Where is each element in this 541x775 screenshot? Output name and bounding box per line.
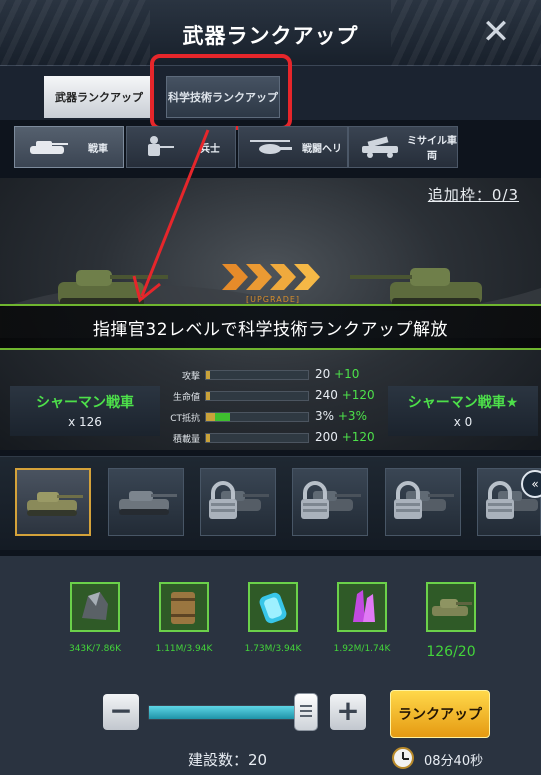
lock-icon — [209, 481, 237, 519]
build-count-label: 建設数：20 — [188, 751, 268, 769]
clock-icon — [392, 747, 414, 769]
material-amount: 1.11M/3.94K — [155, 644, 213, 654]
stat-bar — [205, 391, 309, 401]
stat-value: 20 +10 — [315, 367, 360, 381]
upgrade-tag: [UPGRADE] — [246, 295, 301, 304]
stat-value: 3% +3% — [315, 409, 367, 423]
material-amount: 343K/7.86K — [68, 644, 122, 654]
stat-label: 攻撃 — [181, 372, 200, 382]
from-unit-name: シャーマン戦車 — [36, 395, 134, 411]
stat-row-attack: 攻撃 20 +10 — [160, 366, 385, 387]
lock-icon — [486, 481, 514, 519]
upgrade-arrows-icon — [222, 264, 320, 290]
tank-icon[interactable] — [426, 582, 476, 632]
stat-bar — [205, 412, 309, 422]
extra-slot-label[interactable]: 追加枠：0/3 — [428, 184, 519, 205]
material-amount: 1.73M/3.94K — [244, 644, 302, 654]
lock-icon — [394, 481, 422, 519]
fuel-barrel-icon[interactable] — [159, 582, 209, 632]
material-amount: 126/20 — [426, 644, 476, 660]
stat-row-load: 積載量 200 +120 — [160, 429, 385, 450]
energy-cell-icon[interactable] — [248, 582, 298, 632]
from-unit-card: シャーマン戦車 x 126 — [10, 386, 160, 436]
to-unit-card: シャーマン戦車★ x 0 — [388, 386, 538, 436]
tank-icon — [21, 132, 73, 162]
from-unit-count: x 126 — [68, 415, 102, 429]
stat-row-hp: 生命値 240 +120 — [160, 387, 385, 408]
close-icon[interactable]: ✕ — [479, 15, 513, 50]
stat-label: CT抵抗 — [170, 414, 200, 424]
page-title: 武器ランクアップ — [182, 24, 359, 48]
stat-value: 240 +120 — [315, 388, 375, 402]
tank-slot-locked-4[interactable] — [292, 468, 368, 536]
tank-slot-locked-3[interactable] — [200, 468, 276, 536]
to-unit-name: シャーマン戦車★ — [407, 395, 519, 411]
unit-tab-soldier[interactable]: 兵士 — [126, 126, 236, 168]
header-bar: 武器ランクアップ ✕ — [0, 0, 541, 66]
soldier-icon — [133, 132, 185, 162]
tab-tech-rankup[interactable]: 科学技術ランクアップ — [166, 76, 280, 118]
tank-slot-sherman[interactable] — [15, 468, 91, 536]
unit-tab-label: ミサイル車両 — [407, 136, 457, 162]
helicopter-icon — [245, 132, 297, 162]
tank-slot-2[interactable] — [108, 468, 184, 536]
unit-tab-label: 戦闘ヘリ — [302, 143, 342, 155]
missile-vehicle-icon — [355, 132, 407, 162]
unit-tab-label: 戦車 — [88, 143, 108, 155]
ore-icon[interactable] — [70, 582, 120, 632]
tank-right-image — [350, 268, 482, 306]
decrease-button[interactable]: − — [103, 694, 139, 730]
crystal-icon[interactable] — [337, 582, 387, 632]
material-amount: 1.92M/1.74K — [333, 644, 391, 654]
quantity-slider[interactable] — [148, 705, 312, 720]
stat-bar — [205, 370, 309, 380]
tank-icon — [27, 492, 83, 516]
slider-fill — [149, 706, 295, 719]
scroll-left-arrow-icon[interactable]: « — [521, 470, 541, 498]
tank-slot-locked-5[interactable] — [385, 468, 461, 536]
stat-bar — [205, 433, 309, 443]
to-unit-count: x 0 — [453, 415, 473, 429]
stat-label: 積載量 — [172, 435, 200, 445]
unlock-banner: 指揮官32レベルで科学技術ランクアップ解放 — [0, 304, 541, 350]
unit-tab-helicopter[interactable]: 戦闘ヘリ — [238, 126, 348, 168]
stat-label: 生命値 — [172, 393, 200, 403]
stat-row-ct-resist: CT抵抗 3% +3% — [160, 408, 385, 429]
unit-tab-tank[interactable]: 戦車 — [14, 126, 124, 168]
unit-tab-missile-vehicle[interactable]: ミサイル車両 — [348, 126, 458, 168]
tab-weapon-rankup[interactable]: 武器ランクアップ — [44, 76, 154, 118]
build-timer: 08分40秒 — [424, 754, 484, 769]
stats-panel: 攻撃 20 +10 生命値 240 +120 CT抵抗 3% +3% 積載量 2… — [160, 366, 385, 450]
tank-icon — [119, 491, 177, 515]
lock-icon — [301, 481, 329, 519]
stat-value: 200 +120 — [315, 430, 375, 444]
unit-tab-label: 兵士 — [200, 143, 220, 155]
increase-button[interactable]: + — [330, 694, 366, 730]
rank-up-button[interactable]: ランクアップ — [390, 690, 490, 738]
slider-handle[interactable] — [294, 693, 318, 731]
